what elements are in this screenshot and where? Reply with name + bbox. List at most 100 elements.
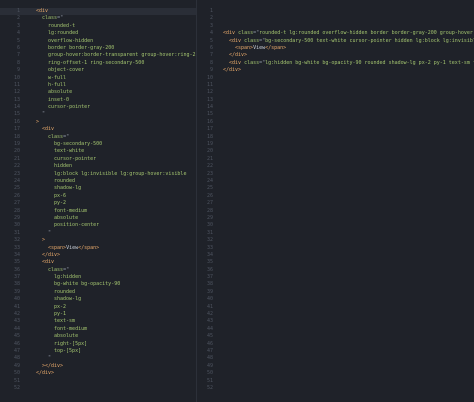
code-line[interactable]: 51	[197, 378, 474, 385]
code-line[interactable]: 22 hidden	[0, 163, 196, 170]
code-line[interactable]: 45	[197, 333, 474, 340]
code-line[interactable]: 23 lg:block lg:invisible lg:group-hover:v…	[0, 171, 196, 178]
code-line[interactable]: 3 rounded-t	[0, 23, 196, 30]
code-line[interactable]: 33	[197, 245, 474, 252]
code-line[interactable]: 5 overflow-hidden	[0, 38, 196, 45]
code-line[interactable]: 6 border border-gray-200	[0, 45, 196, 52]
code-line[interactable]: 32 >	[0, 237, 196, 244]
code-line[interactable]: 8 <div class="lg:hidden bg-white bg-opaci…	[197, 60, 474, 67]
code-line[interactable]: 50 </div>	[0, 370, 196, 377]
code-line[interactable]: 3	[197, 23, 474, 30]
code-line[interactable]: 15	[197, 111, 474, 118]
code-line[interactable]: 45 absolute	[0, 333, 196, 340]
code-line[interactable]: 27 py-2	[0, 200, 196, 207]
code-line[interactable]: 47	[197, 348, 474, 355]
code-line[interactable]: 5 <div class="bg-secondary-500 text-white…	[197, 38, 474, 45]
right-editor-pane[interactable]: 1 2 3 4 <div class="rounded-t lg:rounded ove…	[196, 0, 474, 402]
code-line[interactable]: 10	[197, 75, 474, 82]
code-line[interactable]: 18 class="	[0, 134, 196, 141]
code-line[interactable]: 49	[197, 363, 474, 370]
code-line[interactable]: 37 lg:hidden	[0, 274, 196, 281]
code-line[interactable]: 21	[197, 156, 474, 163]
code-line[interactable]: 11 h-full	[0, 82, 196, 89]
code-line[interactable]: 17 <div	[0, 126, 196, 133]
code-line[interactable]: 38 bg-white bg-opacity-90	[0, 281, 196, 288]
left-editor-pane[interactable]: 1 <div 2 class=" 3 rounded-t 4 lg:rounded 5 overf…	[0, 0, 196, 402]
code-line[interactable]: 16 >	[0, 119, 196, 126]
code-line[interactable]: 13	[197, 97, 474, 104]
code-line[interactable]: 52	[0, 385, 196, 392]
code-line[interactable]: 9 </div>	[197, 67, 474, 74]
code-line[interactable]: 21 cursor-pointer	[0, 156, 196, 163]
code-line[interactable]: 2 class="	[0, 15, 196, 22]
code-line[interactable]: 51	[0, 378, 196, 385]
code-line[interactable]: 41	[197, 304, 474, 311]
code-line[interactable]: 8 ring-offset-1 ring-secondary-500	[0, 60, 196, 67]
code-line[interactable]: 43 text-sm	[0, 318, 196, 325]
code-line[interactable]: 48	[197, 355, 474, 362]
code-line[interactable]: 26 px-6	[0, 193, 196, 200]
code-line[interactable]: 18	[197, 134, 474, 141]
code-line[interactable]: 26	[197, 193, 474, 200]
code-line[interactable]: 4 <div class="rounded-t lg:rounded overfl…	[197, 30, 474, 37]
code-line[interactable]: 29 absolute	[0, 215, 196, 222]
code-line[interactable]: 23	[197, 171, 474, 178]
code-line[interactable]: 48 "	[0, 355, 196, 362]
code-line[interactable]: 14	[197, 104, 474, 111]
code-line[interactable]: 19 bg-secondary-500	[0, 141, 196, 148]
code-line[interactable]: 40	[197, 296, 474, 303]
code-line[interactable]: 1	[197, 8, 474, 15]
code-line[interactable]: 2	[197, 15, 474, 22]
code-line[interactable]: 1 <div	[0, 8, 196, 16]
code-line[interactable]: 46 right-[5px]	[0, 341, 196, 348]
code-line[interactable]: 35 <div	[0, 259, 196, 266]
code-line[interactable]: 44 font-medium	[0, 326, 196, 333]
code-line[interactable]: 36 class="	[0, 267, 196, 274]
code-line[interactable]: 12	[197, 89, 474, 96]
code-line[interactable]: 49 ></div>	[0, 363, 196, 370]
code-line[interactable]: 29	[197, 215, 474, 222]
code-line[interactable]: 7 group-hover:border-transparent group-ho…	[0, 52, 196, 59]
code-line[interactable]: 19	[197, 141, 474, 148]
code-line[interactable]: 34	[197, 252, 474, 259]
code-line[interactable]: 44	[197, 326, 474, 333]
code-line[interactable]: 43	[197, 318, 474, 325]
code-line[interactable]: 46	[197, 341, 474, 348]
code-line[interactable]: 32	[197, 237, 474, 244]
code-line[interactable]: 22	[197, 163, 474, 170]
code-line[interactable]: 39	[197, 289, 474, 296]
code-line[interactable]: 24	[197, 178, 474, 185]
code-line[interactable]: 4 lg:rounded	[0, 30, 196, 37]
code-line[interactable]: 33 <span>View</span>	[0, 245, 196, 252]
code-line[interactable]: 40 shadow-lg	[0, 296, 196, 303]
code-line[interactable]: 20 text-white	[0, 148, 196, 155]
code-line[interactable]: 12 absolute	[0, 89, 196, 96]
code-line[interactable]: 25	[197, 185, 474, 192]
code-line[interactable]: 34 </div>	[0, 252, 196, 259]
code-line[interactable]: 41 px-2	[0, 304, 196, 311]
code-line[interactable]: 31	[197, 230, 474, 237]
code-line[interactable]: 35	[197, 259, 474, 266]
code-line[interactable]: 39 rounded	[0, 289, 196, 296]
code-line[interactable]: 10 w-full	[0, 75, 196, 82]
code-line[interactable]: 52	[197, 385, 474, 392]
code-line[interactable]: 28	[197, 208, 474, 215]
code-line[interactable]: 27	[197, 200, 474, 207]
code-line[interactable]: 20	[197, 148, 474, 155]
code-line[interactable]: 24 rounded	[0, 178, 196, 185]
code-line[interactable]: 13 inset-0	[0, 97, 196, 104]
code-line[interactable]: 15 "	[0, 111, 196, 118]
code-line[interactable]: 30 position-center	[0, 222, 196, 229]
code-line[interactable]: 7 </div>	[197, 52, 474, 59]
code-line[interactable]: 30	[197, 222, 474, 229]
code-line[interactable]: 42 py-1	[0, 311, 196, 318]
code-line[interactable]: 37	[197, 274, 474, 281]
code-line[interactable]: 28 font-medium	[0, 208, 196, 215]
code-line[interactable]: 31 "	[0, 230, 196, 237]
code-line[interactable]: 47 top-[5px]	[0, 348, 196, 355]
code-line[interactable]: 9 object-cover	[0, 67, 196, 74]
code-line[interactable]: 50	[197, 370, 474, 377]
code-line[interactable]: 38	[197, 281, 474, 288]
code-line[interactable]: 14 cursor-pointer	[0, 104, 196, 111]
code-line[interactable]: 25 shadow-lg	[0, 185, 196, 192]
